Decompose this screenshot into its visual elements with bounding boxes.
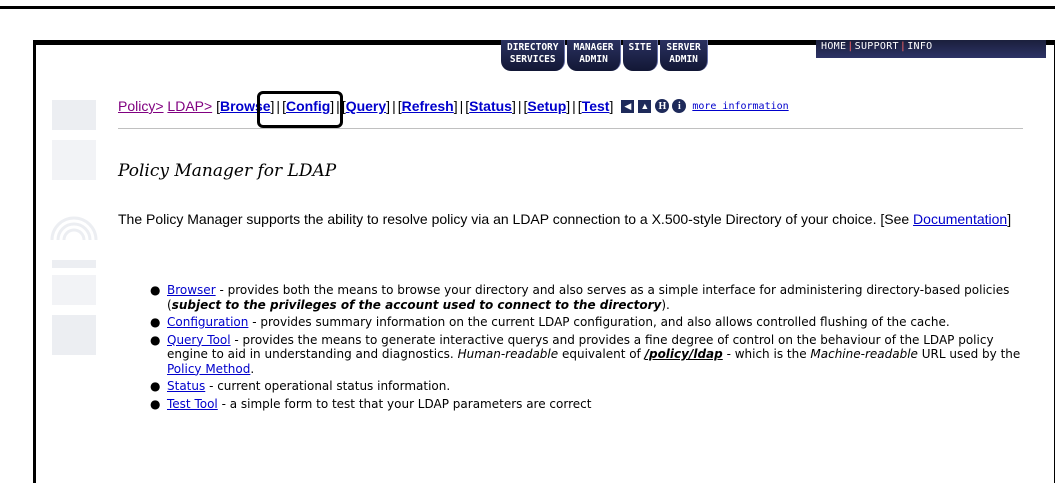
status-tool-link[interactable]: Status [167,379,205,393]
configuration-link[interactable]: Configuration [167,315,248,329]
setup-link[interactable]: Setup [527,98,566,114]
breadcrumb-policy[interactable]: Policy> [118,98,164,114]
breadcrumb: Policy> LDAP> [Browse] |[Config] |[Query] |… [118,98,789,114]
list-item: ● Configuration - provides summary inform… [150,315,950,329]
arrow-left-icon[interactable]: ◀ [621,99,635,113]
status-link[interactable]: Status [469,98,512,114]
home-link[interactable]: HOME [821,41,846,52]
tab-directory-services[interactable]: DIRECTORY SERVICES [501,40,566,71]
browser-link[interactable]: Browser [167,283,216,297]
feature-list: ● Browser - provides both the means to br… [146,283,1026,414]
tab-server-admin[interactable]: SERVER ADMIN [660,40,708,71]
test-tool-link[interactable]: Test Tool [167,397,218,411]
arrow-up-icon[interactable]: ▲ [638,99,652,113]
list-item: ● Browser - provides both the means to br… [150,283,1010,312]
top-nav-tabs: DIRECTORY SERVICES MANAGER ADMIN SITE SERV… [501,40,710,73]
documentation-link[interactable]: Documentation [913,211,1007,227]
breadcrumb-ldap[interactable]: LDAP> [167,98,212,114]
list-item: ● Test Tool - a simple form to test that … [150,396,592,411]
more-information-link[interactable]: more information [692,101,788,112]
top-rule [0,6,1055,9]
browser-frame: DIRECTORY SERVICES MANAGER ADMIN SITE SERV… [33,40,1055,483]
page-title: Policy Manager for LDAP [118,161,337,181]
nav-icons: ◀ ▲ H i more information [621,99,789,113]
info-link[interactable]: INFO [907,41,932,52]
radia-watermark-logo [50,100,98,355]
test-link[interactable]: Test [582,98,610,114]
tab-site[interactable]: SITE [622,40,659,71]
divider [118,128,1023,129]
top-links: HOME|SUPPORT|INFO [821,41,933,52]
list-item: ● Status - current operational status inf… [150,379,451,393]
refresh-link[interactable]: Refresh [402,98,454,114]
list-item: ● Query Tool - provides the means to gene… [150,332,1021,376]
policy-method-link[interactable]: Policy Method [167,362,250,376]
policy-ldap-path: /policy/ldap [644,347,723,361]
support-link[interactable]: SUPPORT [855,41,899,52]
browse-highlight-box [257,91,343,128]
intro-paragraph: The Policy Manager supports the ability … [118,211,1012,227]
query-tool-link[interactable]: Query Tool [167,333,231,347]
query-link[interactable]: Query [346,98,386,114]
help-icon[interactable]: H [655,99,670,113]
tab-manager-admin[interactable]: MANAGER ADMIN [567,40,621,71]
info-icon[interactable]: i [672,99,687,113]
